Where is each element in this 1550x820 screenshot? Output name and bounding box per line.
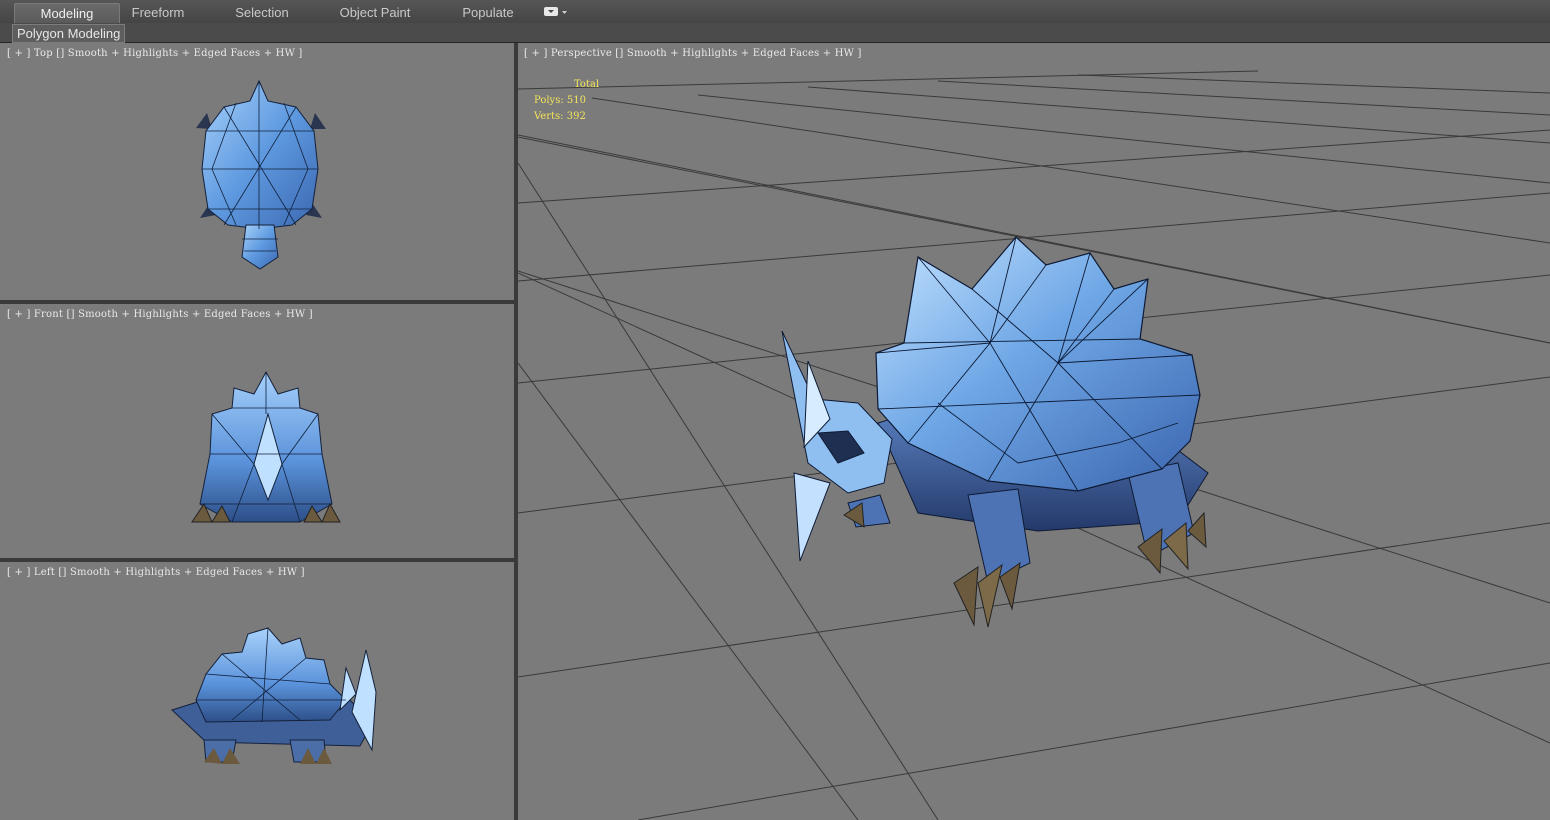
turtle-model-perspective xyxy=(781,236,1209,628)
viewport-splitter-vertical[interactable] xyxy=(514,43,518,820)
tab-populate[interactable]: Populate xyxy=(448,3,528,22)
viewport-top[interactable]: [ + ] Top [] Smooth + Highlights + Edged… xyxy=(0,43,514,300)
tab-freeform[interactable]: Freeform xyxy=(118,3,198,22)
turtle-model-left xyxy=(171,627,377,764)
ribbon-panel-row: Polygon Modeling xyxy=(0,23,1550,43)
turtle-model-front xyxy=(191,370,341,523)
viewport-splitter-top[interactable] xyxy=(0,300,514,304)
viewport-front[interactable]: [ + ] Front [] Smooth + Highlights + Edg… xyxy=(0,304,514,558)
ribbon-options-icon xyxy=(544,7,567,16)
ribbon-tab-bar: Modeling Freeform Selection Object Paint… xyxy=(0,0,1550,24)
polygon-modeling-panel[interactable]: Polygon Modeling xyxy=(12,24,126,43)
tab-object-paint[interactable]: Object Paint xyxy=(330,3,420,22)
turtle-model-top xyxy=(196,79,326,270)
viewport-splitter-bottom[interactable] xyxy=(0,558,514,562)
tab-modeling[interactable]: Modeling xyxy=(14,3,120,23)
viewport-left[interactable]: [ + ] Left [] Smooth + Highlights + Edge… xyxy=(0,562,514,820)
viewport-perspective[interactable]: [ + ] Perspective [] Smooth + Highlights… xyxy=(518,43,1550,820)
tab-selection[interactable]: Selection xyxy=(222,3,302,22)
ribbon-options-dropdown[interactable] xyxy=(542,5,570,19)
